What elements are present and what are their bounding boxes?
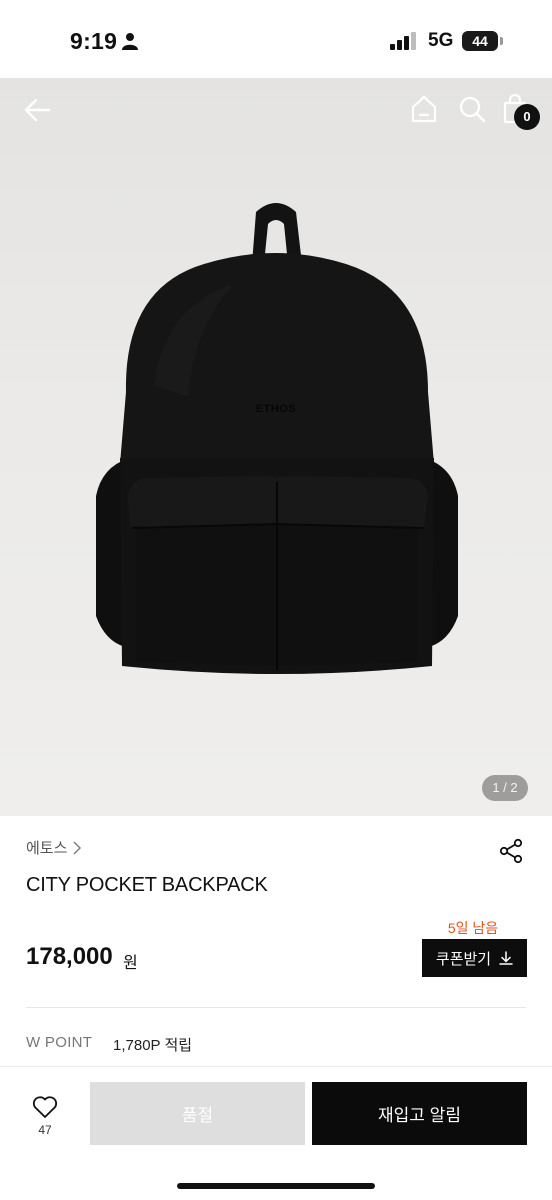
status-bar: 9:19 5G 44 xyxy=(0,0,552,78)
restock-alert-button[interactable]: 재입고 알림 xyxy=(312,1082,527,1145)
coupon-button-label: 쿠폰받기 xyxy=(435,950,492,968)
chevron-right-icon xyxy=(73,841,82,854)
download-icon xyxy=(499,951,513,965)
heart-icon[interactable] xyxy=(32,1095,58,1119)
points-label: W POINT xyxy=(26,1034,93,1051)
like-count: 47 xyxy=(38,1123,52,1137)
share-icon[interactable] xyxy=(498,838,524,864)
network-label: 5G xyxy=(428,30,454,51)
points-value: 1,780P 적립 xyxy=(113,1037,193,1054)
bottom-action-bar: 47 품절 재입고 알림 xyxy=(0,1066,552,1200)
search-icon[interactable] xyxy=(458,95,486,123)
product-price: 178,000 xyxy=(26,943,113,970)
coupon-download-button[interactable]: 쿠폰받기 xyxy=(422,939,527,977)
home-indicator xyxy=(177,1183,375,1189)
home-icon[interactable] xyxy=(410,94,438,124)
person-icon xyxy=(122,33,138,50)
battery-icon: 44 xyxy=(462,31,498,51)
divider xyxy=(26,1007,526,1008)
product-title: CITY POCKET BACKPACK xyxy=(26,874,268,896)
cart-count-badge: 0 xyxy=(514,104,540,130)
signal-icon xyxy=(390,32,416,50)
image-pager: 1 / 2 xyxy=(482,775,528,801)
back-arrow-icon[interactable] xyxy=(22,95,52,125)
price-currency: 원 xyxy=(123,955,138,972)
coupon-deadline: 5일 남음 xyxy=(447,920,499,936)
status-time: 9:19 xyxy=(70,28,118,54)
soldout-button[interactable]: 품절 xyxy=(90,1082,305,1145)
battery-tip xyxy=(500,37,503,45)
brand-name: 에토스 xyxy=(26,840,68,857)
backpack-product-image: ETHOS xyxy=(96,203,458,674)
product-image-gallery[interactable]: 0 ETHOS 1 / 2 xyxy=(0,78,552,816)
brand-link[interactable]: 에토스 xyxy=(26,837,82,858)
backpack-logo-text: ETHOS xyxy=(256,403,296,415)
